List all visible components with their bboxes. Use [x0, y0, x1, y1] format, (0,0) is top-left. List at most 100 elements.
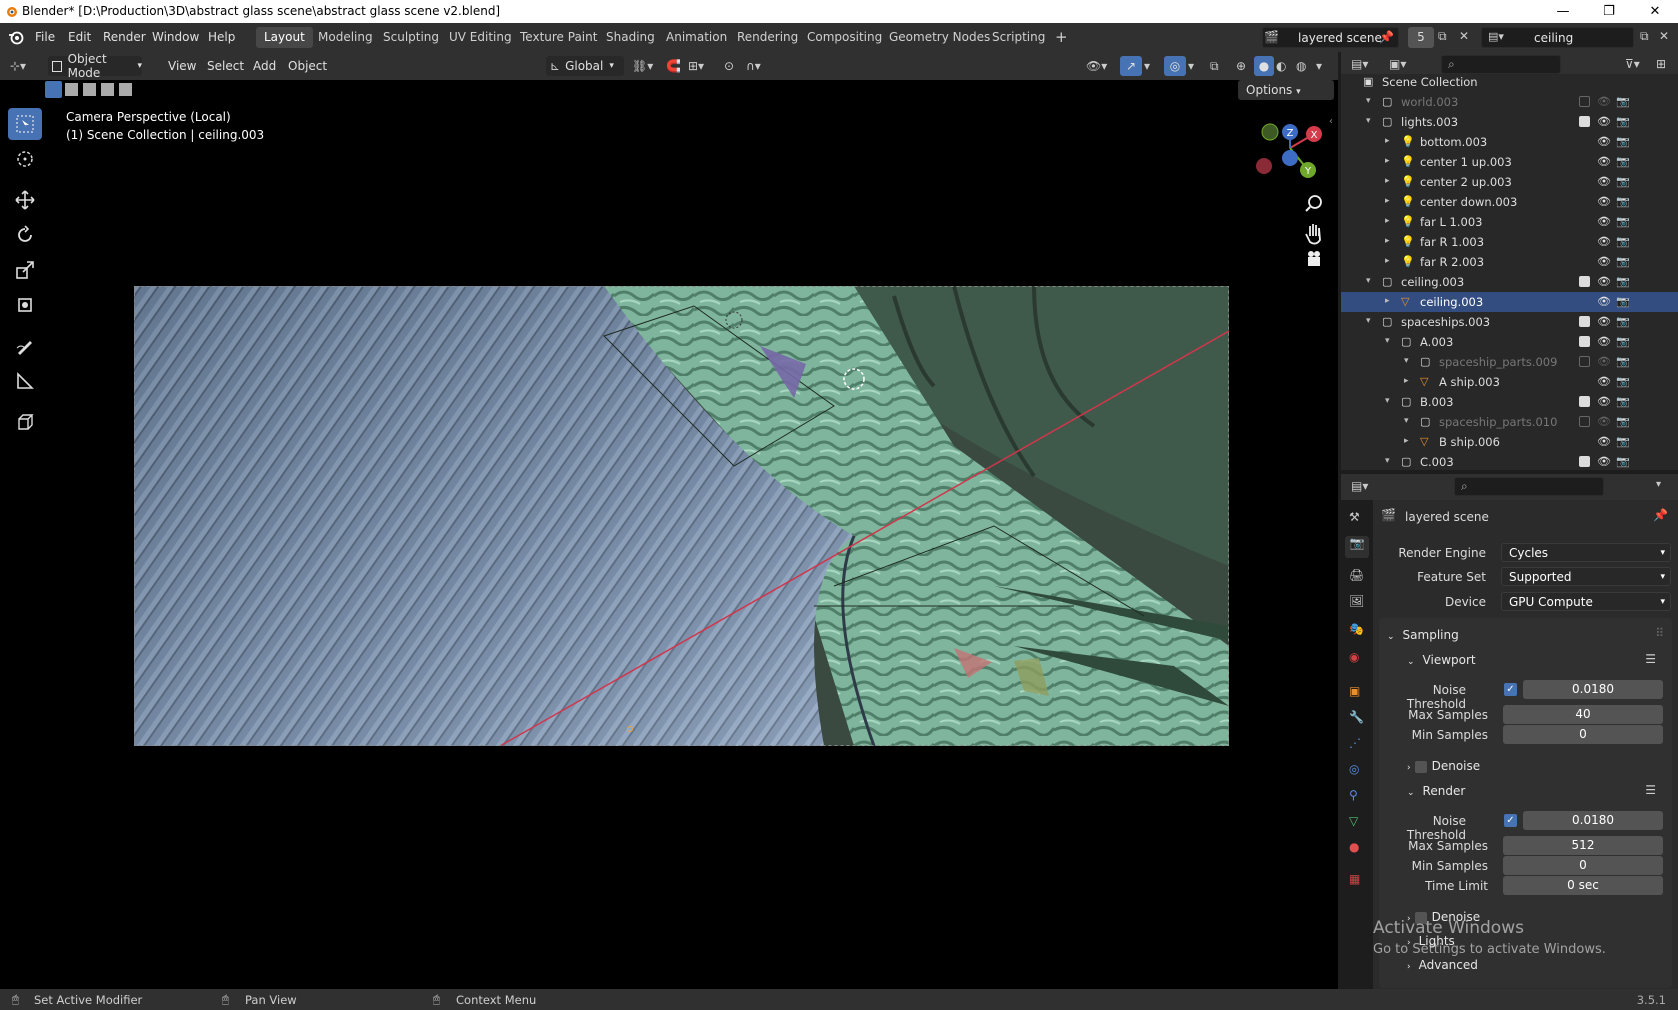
visibility-eye-icon[interactable]: 👁 — [1597, 235, 1611, 248]
outliner-row[interactable]: ▸ 💡 center 2 up.003 👁 📷 — [1341, 172, 1678, 192]
menu-object[interactable]: Object — [288, 56, 327, 76]
measure-tool[interactable] — [8, 365, 42, 397]
render-camera-icon[interactable]: 📷 — [1616, 335, 1630, 348]
annotate-tool[interactable] — [8, 330, 42, 362]
advanced-subpanel-header[interactable]: › Advanced — [1407, 958, 1478, 972]
delete-scene-icon[interactable]: ✕ — [1459, 29, 1469, 43]
material-shading-icon[interactable]: ◐ — [1276, 56, 1286, 76]
tab-geometry-nodes[interactable]: Geometry Nodes — [881, 27, 998, 48]
close-button[interactable]: ✕ — [1632, 0, 1678, 23]
exclude-checkbox[interactable] — [1579, 396, 1590, 407]
collapse-arrow-icon[interactable]: ▾ — [1404, 356, 1409, 366]
tab-texture-paint[interactable]: Texture Paint — [512, 27, 605, 48]
visibility-eye-icon[interactable]: 👁 — [1597, 335, 1611, 348]
collapse-arrow-icon[interactable]: ▾ — [1366, 116, 1371, 126]
r-max-samples-field[interactable]: 512 — [1503, 836, 1663, 855]
collapse-arrow-icon[interactable]: ▾ — [1385, 456, 1390, 466]
collapse-arrow-icon[interactable]: ▾ — [1366, 316, 1371, 326]
new-view-layer-icon[interactable]: ⧉ — [1640, 29, 1649, 44]
physics-tab-icon[interactable]: ◎ — [1349, 762, 1359, 776]
outliner-row[interactable]: ▸ 💡 bottom.003 👁 📷 — [1341, 132, 1678, 152]
minimize-button[interactable]: — — [1540, 0, 1586, 23]
expand-arrow-icon[interactable]: ▸ — [1385, 156, 1390, 166]
menu-view[interactable]: View — [168, 56, 196, 76]
visibility-eye-icon[interactable]: 👁 — [1597, 255, 1611, 268]
collapse-arrow-icon[interactable]: ▾ — [1366, 276, 1371, 286]
data-tab-icon[interactable]: ▽ — [1349, 814, 1358, 828]
properties-editor-icon[interactable]: ▤▾ — [1351, 479, 1368, 493]
add-workspace-button[interactable]: + — [1047, 25, 1076, 46]
filter-icon[interactable]: ⊽▾ — [1625, 57, 1640, 71]
select-extend-icon[interactable] — [65, 83, 78, 96]
options-dropdown[interactable]: Options ▾ — [1238, 80, 1334, 100]
overlays-dropdown-icon[interactable]: ▾ — [1188, 56, 1194, 76]
viewport-subpanel-header[interactable]: ⌄ Viewport — [1407, 653, 1476, 667]
render-camera-icon[interactable]: 📷 — [1616, 155, 1630, 168]
visibility-icon[interactable]: 👁▾ — [1086, 56, 1107, 76]
exclude-checkbox[interactable] — [1579, 96, 1590, 107]
outliner-row[interactable]: ▾ ▢ spaceship_parts.009 👁 📷 — [1341, 352, 1678, 372]
outliner-row[interactable]: ▸ 💡 center 1 up.003 👁 📷 — [1341, 152, 1678, 172]
tab-modeling[interactable]: Modeling — [310, 27, 381, 48]
sampling-header[interactable]: ⌄ Sampling — [1387, 628, 1459, 642]
tab-uv-editing[interactable]: UV Editing — [441, 27, 520, 48]
render-camera-icon[interactable]: 📷 — [1616, 195, 1630, 208]
expand-arrow-icon[interactable]: ▸ — [1385, 136, 1390, 146]
scene-users-count[interactable]: 5 — [1408, 27, 1434, 48]
tool-tab-icon[interactable]: ⚒ — [1349, 510, 1360, 524]
r-noise-threshold-field[interactable]: 0.0180 — [1523, 811, 1663, 830]
scene-selector[interactable]: layered scene 📌 — [1262, 27, 1399, 48]
scale-tool[interactable] — [8, 254, 42, 286]
visibility-eye-icon[interactable]: 👁 — [1597, 455, 1611, 468]
particles-tab-icon[interactable]: ⋰ — [1349, 736, 1361, 750]
navigation-gizmo[interactable]: Z X Y — [1250, 118, 1330, 268]
outliner-row[interactable]: ▣ Scene Collection — [1341, 74, 1678, 92]
render-camera-icon[interactable]: 📷 — [1616, 315, 1630, 328]
outliner-row[interactable]: ▾ ▢ A.003 👁 📷 — [1341, 332, 1678, 352]
gizmo-toggle-icon[interactable]: ↗ — [1120, 56, 1142, 76]
exclude-checkbox[interactable] — [1579, 276, 1590, 287]
scene-tab-icon[interactable]: 🎭 — [1349, 622, 1364, 636]
r-denoise-checkbox[interactable] — [1414, 911, 1427, 924]
render-camera-icon[interactable]: 📷 — [1616, 235, 1630, 248]
collapse-arrow-icon[interactable]: ▾ — [1366, 96, 1371, 106]
wireframe-shading-icon[interactable]: ⊕ — [1236, 56, 1246, 76]
add-cube-tool[interactable] — [8, 406, 42, 438]
collapse-arrow-icon[interactable]: ▾ — [1404, 416, 1409, 426]
expand-arrow-icon[interactable]: ▸ — [1404, 436, 1409, 446]
texture-tab-icon[interactable]: ▦ — [1349, 872, 1360, 886]
transform-orientation-dropdown[interactable]: ⊾ Global ▾ — [546, 56, 624, 76]
presets-icon[interactable]: ☰ — [1645, 652, 1656, 666]
render-camera-icon[interactable]: 📷 — [1616, 275, 1630, 288]
exclude-checkbox[interactable] — [1579, 316, 1590, 327]
feature-set-dropdown[interactable]: Supported ▾ — [1501, 567, 1671, 586]
snap-icon[interactable]: 🧲 — [666, 56, 681, 76]
exclude-checkbox[interactable] — [1579, 336, 1590, 347]
maximize-button[interactable]: ❐ — [1586, 0, 1632, 23]
vp-noise-threshold-field[interactable]: 0.0180 — [1523, 680, 1663, 699]
menu-file[interactable]: File — [35, 30, 55, 44]
exclude-checkbox[interactable] — [1579, 416, 1590, 427]
device-dropdown[interactable]: GPU Compute ▾ — [1501, 592, 1671, 611]
outliner-row[interactable]: ▸ 💡 far L 1.003 👁 📷 — [1341, 212, 1678, 232]
object-tab-icon[interactable]: ▣ — [1349, 684, 1360, 698]
new-collection-icon[interactable]: ⊞ — [1656, 57, 1666, 71]
r-min-samples-field[interactable]: 0 — [1503, 856, 1663, 875]
select-box-tool[interactable] — [8, 108, 42, 140]
visibility-eye-icon[interactable]: 👁 — [1597, 375, 1611, 388]
outliner-row[interactable]: ▾ ▢ lights.003 👁 📷 — [1341, 112, 1678, 132]
render-camera-icon[interactable]: 📷 — [1616, 395, 1630, 408]
pin-icon[interactable]: 📌 — [1653, 508, 1668, 522]
camera-view-icon[interactable] — [1308, 251, 1320, 266]
vp-denoise-subpanel-header[interactable]: › Denoise — [1407, 759, 1480, 773]
expand-arrow-icon[interactable]: ▸ — [1385, 236, 1390, 246]
outliner-editor-icon[interactable]: ▤▾ — [1351, 57, 1368, 71]
solid-shading-icon[interactable]: ● — [1254, 56, 1274, 76]
render-camera-icon[interactable]: 📷 — [1616, 375, 1630, 388]
outliner-search-input[interactable]: ⌕ — [1441, 55, 1561, 74]
render-camera-icon[interactable]: 📷 — [1616, 295, 1630, 308]
render-camera-icon[interactable]: 📷 — [1616, 175, 1630, 188]
select-new-icon[interactable] — [45, 81, 62, 98]
visibility-eye-icon[interactable]: 👁 — [1597, 95, 1611, 108]
visibility-eye-icon[interactable]: 👁 — [1597, 175, 1611, 188]
